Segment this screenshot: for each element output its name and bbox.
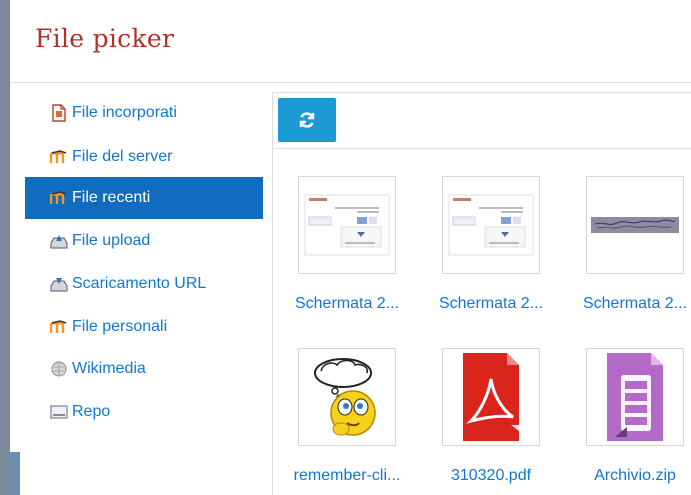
sidebar-item-label: Scaricamento URL [72,275,207,292]
file-name: remember-cli... [293,467,401,484]
moodle-icon [50,148,68,166]
sidebar-item-label: File incorporati [72,104,177,121]
file-name: Schermata 2... [582,295,688,312]
sidebar-item-wikimedia[interactable]: Wikimedia [25,348,263,390]
sidebar-item-file-personali[interactable]: File personali [25,306,263,348]
sidebar-item-label: File del server [72,148,173,165]
embedded-file-icon [50,104,68,122]
file-browser-panel: Schermata 2... Schermata 2... Schermata … [272,92,691,495]
file-name: Archivio.zip [594,467,676,484]
screenshot-thumbnail [298,176,396,274]
zip-archive-icon [586,348,684,446]
moodle-icon [50,318,68,336]
sidebar-item-label: File recenti [72,189,151,206]
sidebar-item-label: Wikimedia [72,360,146,377]
file-item[interactable]: Archivio.zip [567,348,691,484]
dialog-header: File picker [10,0,691,83]
wikimedia-icon [50,360,68,378]
file-name: Schermata 2... [294,295,400,312]
pdf-file-icon [442,348,540,446]
sidebar-item-file-del-server[interactable]: File del server [25,136,263,178]
file-item[interactable]: Schermata 2... [567,176,691,312]
moodle-icon [50,189,68,207]
file-item[interactable]: 310320.pdf [423,348,559,484]
background-edge [10,452,20,495]
refresh-button[interactable] [278,98,336,142]
sidebar-item-repo[interactable]: Repo [25,391,263,433]
sidebar-item-label: File upload [72,232,151,249]
file-picker-dialog: File picker File incorporati File del se… [0,0,691,495]
dialog-title: File picker [35,24,175,53]
sidebar-item-file-upload[interactable]: File upload [25,220,263,262]
sidebar-item-scaricamento-url[interactable]: Scaricamento URL [25,263,263,305]
file-item[interactable]: Schermata 2... [279,176,415,312]
file-name: Schermata 2... [438,295,544,312]
file-item[interactable]: Schermata 2... [423,176,559,312]
thinking-smiley-icon [298,348,396,446]
file-item[interactable]: remember-cli... [279,348,415,484]
file-name: 310320.pdf [450,467,532,484]
sidebar-item-file-incorporati[interactable]: File incorporati [25,92,263,134]
screenshot-thumbnail [442,176,540,274]
url-download-icon [50,275,68,293]
sidebar-item-file-recenti[interactable]: File recenti [25,177,263,219]
sidebar-item-label: File personali [72,318,168,335]
file-grid: Schermata 2... Schermata 2... Schermata … [273,149,691,495]
upload-icon [50,232,68,250]
repository-icon [50,403,68,421]
sidebar-item-label: Repo [72,403,111,420]
file-toolbar [273,93,691,149]
refresh-icon [299,112,315,128]
handwriting-thumbnail [586,176,684,274]
repository-sidebar: File incorporati File del server File re… [25,92,263,495]
